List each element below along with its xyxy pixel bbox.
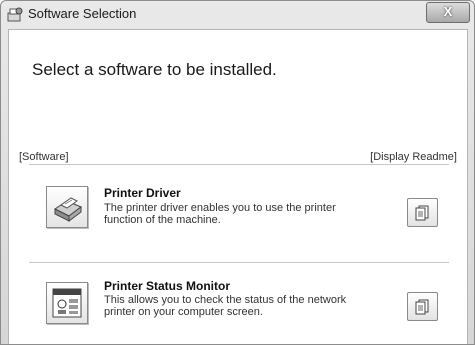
item-divider bbox=[29, 262, 449, 263]
printer-icon[interactable] bbox=[46, 186, 88, 228]
page-heading: Select a software to be installed. bbox=[32, 60, 277, 79]
item-title: Printer Driver bbox=[104, 186, 181, 200]
item-description: This allows you to check the status of t… bbox=[104, 294, 347, 318]
title-bar: Software Selection X bbox=[1, 1, 474, 29]
status-monitor-icon[interactable] bbox=[46, 282, 88, 324]
client-area: Select a software to be installed. [Soft… bbox=[8, 29, 468, 344]
item-title: Printer Status Monitor bbox=[104, 279, 231, 293]
close-icon: X bbox=[443, 4, 453, 19]
item-description: The printer driver enables you to use th… bbox=[104, 202, 336, 226]
document-icon bbox=[408, 299, 437, 324]
header-divider bbox=[29, 164, 449, 165]
window-title: Software Selection bbox=[28, 6, 137, 21]
display-readme-column-label: [Display Readme] bbox=[370, 151, 457, 163]
close-button[interactable]: X bbox=[426, 2, 470, 23]
readme-button-printer-driver[interactable] bbox=[407, 198, 438, 227]
document-icon bbox=[408, 205, 437, 230]
software-selection-window: Software Selection X Select a software t… bbox=[0, 0, 475, 345]
installer-icon bbox=[7, 7, 23, 23]
readme-button-printer-status-monitor[interactable] bbox=[407, 292, 438, 321]
software-item-printer-status-monitor[interactable]: Printer Status Monitor This allows you t… bbox=[9, 274, 467, 344]
software-item-printer-driver[interactable]: Printer Driver The printer driver enable… bbox=[9, 178, 467, 248]
software-column-label: [Software] bbox=[19, 151, 69, 163]
